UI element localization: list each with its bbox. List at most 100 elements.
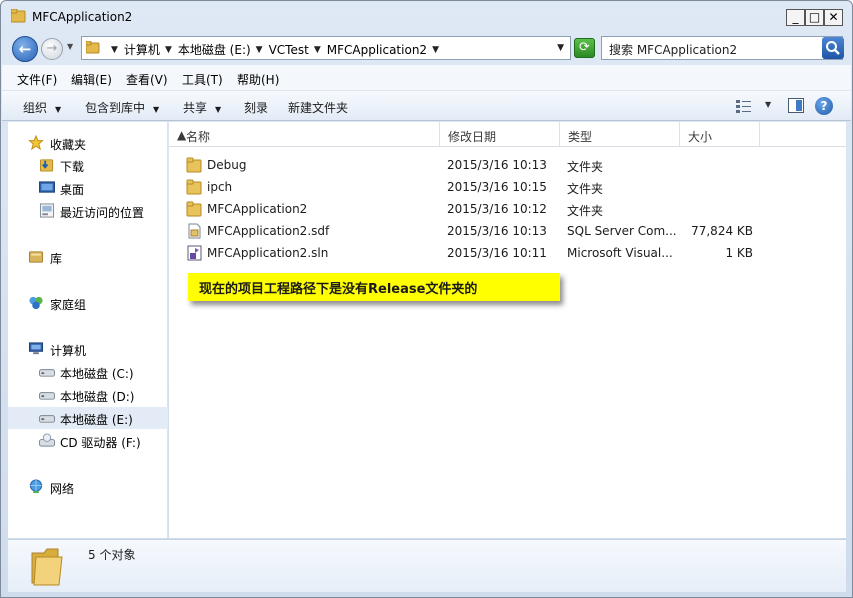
file-type: 文件夹: [567, 182, 604, 196]
breadcrumb-drive-e[interactable]: 本地磁盘 (E:): [178, 41, 251, 58]
chevron-down-icon[interactable]: ▼: [432, 45, 439, 55]
menu-view[interactable]: 查看(V): [126, 71, 168, 88]
folder-icon: [11, 9, 26, 23]
share-button[interactable]: 共享 ▼: [183, 99, 221, 116]
nav-recent-places[interactable]: 最近访问的位置: [8, 200, 168, 222]
chevron-down-icon[interactable]: ▼: [765, 100, 771, 109]
breadcrumb-mfcapplication2[interactable]: MFCApplication2: [327, 43, 427, 57]
file-date: 2015/3/16 10:11: [447, 246, 547, 260]
column-name-label: 名称: [186, 130, 211, 144]
close-button[interactable]: ✕: [824, 9, 843, 26]
table-row[interactable]: MFCApplication2 2015/3/16 10:12 文件夹: [169, 198, 846, 220]
network-icon: [29, 479, 43, 494]
chevron-down-icon: ▼: [55, 105, 62, 114]
refresh-button[interactable]: ⟳: [574, 38, 595, 58]
nav-favorites[interactable]: 收藏夹: [8, 132, 168, 154]
help-icon[interactable]: ?: [815, 97, 833, 115]
nav-cd-drive-f-label: CD 驱动器 (F:): [60, 436, 141, 450]
nav-drive-e[interactable]: 本地磁盘 (E:): [8, 407, 168, 429]
maximize-button[interactable]: □: [805, 9, 824, 26]
column-size-label: 大小: [688, 130, 713, 144]
nav-desktop[interactable]: 桌面: [8, 177, 168, 199]
menu-tools[interactable]: 工具(T): [182, 71, 223, 88]
nav-drive-e-label: 本地磁盘 (E:): [60, 413, 133, 427]
chevron-down-icon[interactable]: ▼: [256, 45, 263, 55]
file-name: MFCApplication2: [207, 202, 308, 216]
column-type-label: 类型: [568, 130, 593, 144]
table-row[interactable]: Debug 2015/3/16 10:13 文件夹: [169, 154, 846, 176]
minimize-button[interactable]: _: [786, 9, 805, 26]
burn-button[interactable]: 刻录: [244, 99, 268, 116]
computer-icon: [28, 342, 44, 355]
preview-pane-icon[interactable]: [788, 98, 804, 113]
libraries-icon: [28, 251, 44, 263]
menu-file[interactable]: 文件(F): [17, 71, 57, 88]
table-row[interactable]: ipch 2015/3/16 10:15 文件夹: [169, 176, 846, 198]
menu-edit[interactable]: 编辑(E): [71, 71, 112, 88]
file-type: Microsoft Visual...: [567, 246, 673, 260]
include-in-library-button[interactable]: 包含到库中 ▼: [85, 99, 159, 116]
breadcrumb-vctest[interactable]: VCTest: [269, 43, 309, 57]
nav-libraries[interactable]: 库: [8, 246, 168, 268]
details-pane: 5 个对象: [8, 539, 846, 592]
title-bar[interactable]: MFCApplication2 _ □ ✕: [1, 1, 852, 31]
search-input[interactable]: 搜索 MFCApplication2: [601, 36, 843, 60]
navigation-pane: 收藏夹 下载 桌面 最近访问的位置 库 家庭组 计算机 本地磁盘 (C:) 本地…: [8, 122, 168, 538]
sdf-file-icon: [188, 223, 201, 239]
address-bar[interactable]: ▼ 计算机 ▼ 本地磁盘 (E:) ▼ VCTest ▼ MFCApplicat…: [81, 36, 571, 60]
cd-drive-icon: [39, 433, 55, 447]
chevron-down-icon[interactable]: ▼: [165, 45, 172, 55]
organize-button[interactable]: 组织 ▼: [23, 99, 61, 116]
nav-drive-c[interactable]: 本地磁盘 (C:): [8, 361, 168, 383]
desktop-icon: [39, 181, 55, 193]
file-list: 名称 ▲ 修改日期 类型 大小 Debug 2015/3/16 10:13 文件…: [169, 122, 846, 538]
folder-icon: [186, 201, 202, 217]
hard-drive-icon: [39, 392, 55, 400]
nav-downloads-label: 下载: [60, 160, 85, 174]
star-icon: [28, 135, 44, 150]
sln-file-icon: [187, 245, 202, 261]
column-type[interactable]: 类型: [560, 122, 680, 147]
breadcrumb: ▼ 计算机 ▼ 本地磁盘 (E:) ▼ VCTest ▼ MFCApplicat…: [106, 41, 445, 58]
chevron-down-icon[interactable]: ▼: [314, 45, 321, 55]
homegroup-icon: [29, 296, 43, 310]
search-icon[interactable]: [822, 37, 844, 59]
nav-network[interactable]: 网络: [8, 476, 168, 498]
new-folder-button[interactable]: 新建文件夹: [288, 99, 348, 116]
address-history-dropdown-icon[interactable]: ▼: [557, 43, 564, 53]
nav-homegroup[interactable]: 家庭组: [8, 292, 168, 314]
include-in-library-label: 包含到库中: [85, 101, 146, 115]
table-row[interactable]: MFCApplication2.sln 2015/3/16 10:11 Micr…: [169, 242, 846, 264]
column-date-label: 修改日期: [448, 130, 497, 144]
nav-cd-drive-f[interactable]: CD 驱动器 (F:): [8, 430, 168, 452]
menu-bar: 文件(F) 编辑(E) 查看(V) 工具(T) 帮助(H): [2, 65, 851, 91]
chevron-down-icon: ▼: [153, 105, 160, 114]
file-type: 文件夹: [567, 204, 604, 218]
folder-icon: [186, 157, 202, 173]
column-name[interactable]: 名称 ▲: [169, 122, 440, 147]
file-date: 2015/3/16 10:13: [447, 224, 547, 238]
nav-computer[interactable]: 计算机: [8, 338, 168, 360]
recent-pages-dropdown-icon[interactable]: ▼: [67, 42, 73, 51]
menu-help[interactable]: 帮助(H): [237, 71, 279, 88]
file-type: SQL Server Com...: [567, 224, 677, 238]
share-label: 共享: [183, 101, 208, 115]
annotation-text: 现在的项目工程路径下是没有Release文件夹的: [199, 282, 478, 297]
breadcrumb-computer[interactable]: 计算机: [124, 41, 160, 58]
nav-homegroup-label: 家庭组: [50, 298, 87, 312]
hard-drive-icon: [39, 415, 55, 423]
view-options-icon[interactable]: [736, 99, 752, 113]
command-bar: 组织 ▼ 包含到库中 ▼ 共享 ▼ 刻录 新建文件夹 ▼ ?: [2, 91, 851, 121]
chevron-down-icon[interactable]: ▼: [111, 45, 118, 55]
column-date[interactable]: 修改日期: [440, 122, 560, 147]
forward-button[interactable]: →: [41, 38, 63, 60]
annotation-callout: 现在的项目工程路径下是没有Release文件夹的: [188, 273, 560, 301]
explorer-window: MFCApplication2 _ □ ✕ ← → ▼ ▼ 计算机 ▼ 本地磁盘…: [0, 0, 853, 598]
back-button[interactable]: ←: [12, 36, 38, 62]
hard-drive-icon: [39, 369, 55, 377]
column-size[interactable]: 大小: [680, 122, 760, 147]
nav-drive-d[interactable]: 本地磁盘 (D:): [8, 384, 168, 406]
file-type: 文件夹: [567, 160, 604, 174]
table-row[interactable]: MFCApplication2.sdf 2015/3/16 10:13 SQL …: [169, 220, 846, 242]
nav-downloads[interactable]: 下载: [8, 154, 168, 176]
